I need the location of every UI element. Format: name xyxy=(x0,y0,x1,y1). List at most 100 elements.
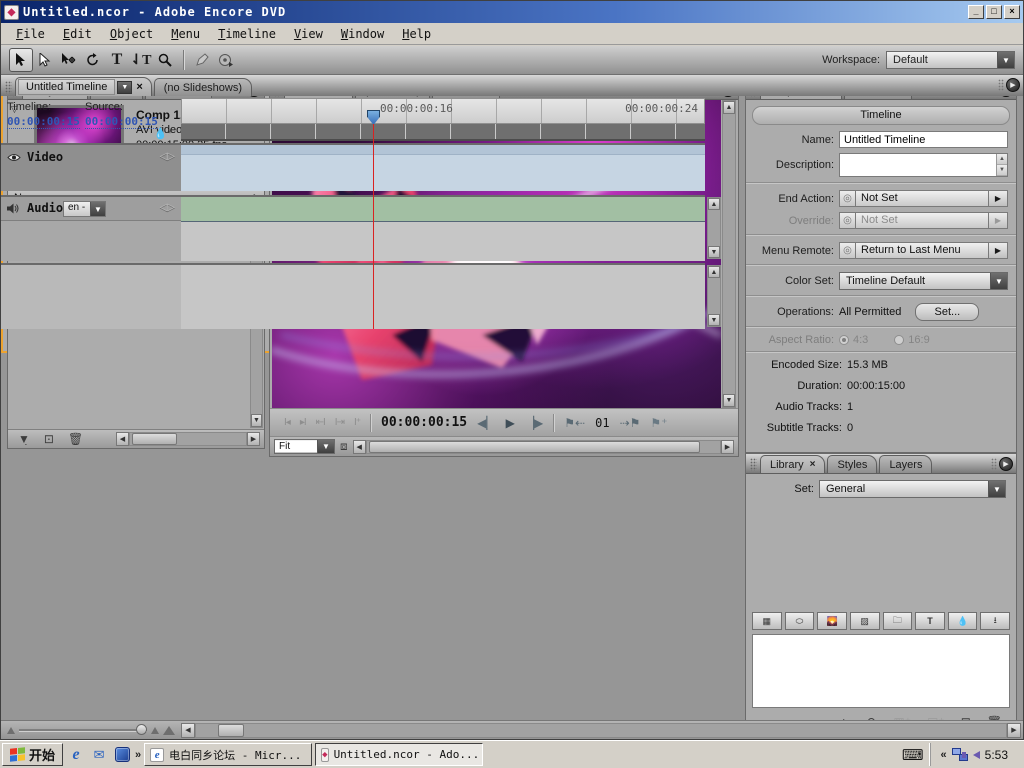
preview-button[interactable] xyxy=(214,48,238,72)
edit-menu-in-photoshop-button[interactable] xyxy=(190,48,214,72)
quicklaunch-desktop-icon[interactable] xyxy=(112,745,132,765)
zoom-in-icon[interactable] xyxy=(163,726,175,735)
scroll-up-icon[interactable]: ▲ xyxy=(708,198,720,210)
direct-select-tool-button[interactable] xyxy=(33,48,57,72)
timeline-ruler[interactable]: 00:00:00:16 00:00:00:24 xyxy=(181,98,705,124)
next-chapter-icon[interactable]: ▸I xyxy=(300,417,306,428)
zoom-tool-button[interactable] xyxy=(153,48,177,72)
rotate-tool-button[interactable] xyxy=(81,48,105,72)
end-action-menu-button[interactable]: ▶ xyxy=(989,190,1008,207)
chevron-down-icon[interactable]: ▼ xyxy=(317,440,334,453)
tab-layers[interactable]: Layers xyxy=(879,455,932,473)
video-track-content[interactable] xyxy=(181,143,705,191)
pickwhip-icon[interactable]: ◎ xyxy=(839,242,856,259)
input-method-keyboard-icon[interactable]: ⌨ xyxy=(902,746,924,764)
start-button[interactable]: 开始 xyxy=(2,743,63,766)
chevron-down-icon[interactable]: ▼ xyxy=(117,81,132,94)
spin-up-icon[interactable]: ▲ xyxy=(997,154,1007,165)
set-button[interactable]: Set... xyxy=(915,303,979,321)
panel-menu-button[interactable]: ▶ xyxy=(999,457,1013,471)
filter-funnel-icon[interactable]: ▼̣ xyxy=(18,432,30,446)
description-field[interactable]: ▲▼ xyxy=(839,153,1008,177)
name-field[interactable] xyxy=(839,131,1008,148)
menu-help[interactable]: Help xyxy=(393,25,440,43)
timeline-timecode[interactable]: 00:00:00:15 xyxy=(7,115,80,129)
end-action-value[interactable]: Not Set xyxy=(856,190,989,207)
panel-grip-icon[interactable] xyxy=(5,81,12,94)
vertical-text-tool-button[interactable]: ⇃T xyxy=(129,48,153,72)
skip-forward-chapter-button[interactable]: ⇢⚑ xyxy=(620,416,641,430)
source-timecode[interactable]: 00:00:00:15 xyxy=(85,115,158,129)
taskbar-button-encore[interactable]: ◆ Untitled.ncor - Ado... xyxy=(315,743,483,766)
set-poster-frame-icon[interactable]: ⇤I xyxy=(316,417,325,428)
timeline-zoom-control[interactable] xyxy=(1,721,181,739)
scroll-down-icon[interactable]: ▼ xyxy=(723,394,735,407)
trim-arrows-icon[interactable]: ◁▷ xyxy=(160,151,175,162)
spin-down-icon[interactable]: ▼ xyxy=(997,165,1007,176)
close-tab-icon[interactable]: × xyxy=(136,81,142,93)
lower-vertical-scrollbar[interactable]: ▲ ▼ xyxy=(707,265,721,327)
monitor-horizontal-scrollbar[interactable]: ◀ ▶ xyxy=(353,440,734,454)
menu-timeline[interactable]: Timeline xyxy=(209,25,285,43)
move-tool-button[interactable] xyxy=(57,48,81,72)
monitor-vertical-scrollbar[interactable]: ▲ ▼ xyxy=(722,100,736,408)
color-set-dropdown[interactable]: Timeline Default ▼ xyxy=(839,272,1008,290)
panel-menu-button[interactable]: ▶ xyxy=(1006,78,1020,92)
library-item-list[interactable] xyxy=(752,634,1010,708)
text-tool-button[interactable]: T xyxy=(105,48,129,72)
show-images-toggle[interactable]: 🌄 xyxy=(817,612,847,630)
show-menus-toggle[interactable]: ▦ xyxy=(752,612,782,630)
scrollbar-thumb[interactable] xyxy=(369,441,700,453)
scrollbar-thumb[interactable] xyxy=(132,433,177,445)
skip-backward-chapter-button[interactable]: ⚑⇠ xyxy=(564,416,585,430)
add-chapter-icon[interactable]: 💧⁺ xyxy=(153,127,173,140)
timeline-horizontal-scrollbar[interactable]: ◀ ▶ xyxy=(181,723,1021,738)
new-item-icon[interactable]: ⊡ xyxy=(44,432,54,446)
scroll-down-icon[interactable]: ▼ xyxy=(708,246,720,258)
volume-tray-icon[interactable] xyxy=(973,751,980,759)
audio-language-dropdown[interactable]: en - ▼ xyxy=(63,201,106,217)
scroll-right-icon[interactable]: ▶ xyxy=(247,432,260,446)
close-tab-icon[interactable]: × xyxy=(810,459,816,470)
scrollbar-thumb[interactable] xyxy=(218,724,244,737)
menu-window[interactable]: Window xyxy=(332,25,393,43)
library-set-dropdown[interactable]: General ▼ xyxy=(819,480,1006,498)
chevron-down-icon[interactable]: ▼ xyxy=(997,52,1014,68)
menu-remote-menu-button[interactable]: ▶ xyxy=(989,242,1008,259)
monitor-timecode[interactable]: 00:00:00:15 xyxy=(381,415,467,430)
menu-menu[interactable]: Menu xyxy=(162,25,209,43)
minimize-button[interactable]: _ xyxy=(968,5,984,19)
quicklaunch-overflow-icon[interactable]: » xyxy=(135,749,141,761)
scroll-right-icon[interactable]: ▶ xyxy=(721,440,734,454)
tab-library[interactable]: Library× xyxy=(760,455,825,473)
project-horizontal-scrollbar[interactable]: ◀ ▶ xyxy=(116,432,260,446)
workspace-dropdown[interactable]: Default ▼ xyxy=(886,51,1015,69)
tab-untitled-timeline[interactable]: Untitled Timeline ▼ × xyxy=(15,77,152,96)
eye-icon[interactable] xyxy=(7,153,21,162)
scroll-left-icon[interactable]: ◀ xyxy=(353,440,366,454)
previous-frame-button[interactable]: ◀▏ xyxy=(477,416,495,430)
pickwhip-icon[interactable]: ◎ xyxy=(839,190,856,207)
zoom-slider-thumb[interactable] xyxy=(136,724,147,735)
scroll-right-icon[interactable]: ▶ xyxy=(1007,723,1021,738)
timeline-tick-strip[interactable] xyxy=(181,124,705,141)
title-bar[interactable]: ◆ Untitled.ncor - Adobe Encore DVD _ □ × xyxy=(1,1,1023,23)
show-buttons-toggle[interactable]: ⬭ xyxy=(785,612,815,630)
show-shapes-toggle[interactable]: 💧 xyxy=(948,612,978,630)
menu-view[interactable]: View xyxy=(285,25,332,43)
scroll-up-icon[interactable]: ▲ xyxy=(708,266,720,278)
scroll-left-icon[interactable]: ◀ xyxy=(181,723,195,738)
close-button[interactable]: × xyxy=(1004,5,1020,19)
panel-grip-icon[interactable] xyxy=(750,458,757,471)
menu-edit[interactable]: Edit xyxy=(54,25,101,43)
tab-styles[interactable]: Styles xyxy=(827,455,877,473)
empty-track-content[interactable] xyxy=(181,263,705,329)
tab-no-slideshows[interactable]: (no Slideshows) xyxy=(154,78,252,96)
menu-remote-value[interactable]: Return to Last Menu xyxy=(856,242,989,259)
trim-chapter-icon[interactable]: I⇥ xyxy=(335,417,344,428)
add-chapter-button[interactable]: ⚑⁺ xyxy=(650,416,667,430)
selection-tool-button[interactable] xyxy=(9,48,33,72)
menu-object[interactable]: Object xyxy=(101,25,162,43)
taskbar-button-browser[interactable]: e 电白同乡论坛 - Micr... xyxy=(144,743,312,766)
show-backgrounds-toggle[interactable]: ▨ xyxy=(850,612,880,630)
